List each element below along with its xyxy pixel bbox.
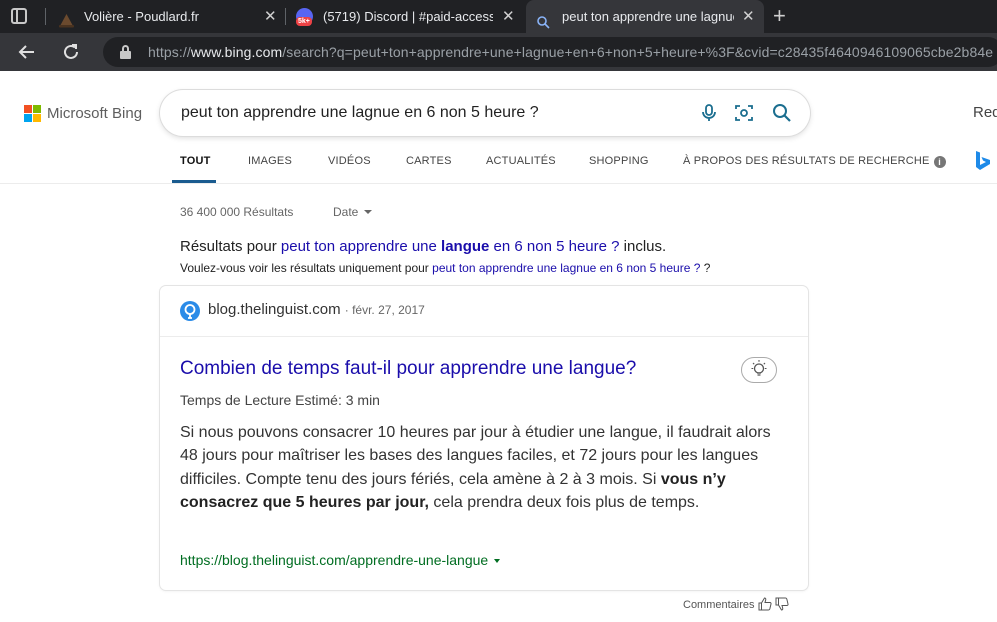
tab-images[interactable]: IMAGES [248, 155, 292, 167]
original-query-link[interactable]: peut ton apprendre une lagnue en 6 non 5… [432, 261, 700, 275]
microsoft-logo-icon [24, 105, 41, 122]
hat-favicon-icon [58, 8, 75, 28]
search-scopes-nav: TOUT IMAGES VIDÉOS CARTES ACTUALITÉS SHO… [0, 147, 997, 184]
about-results-label: À PROPOS DES RÉSULTATS DE RECHERCHE [683, 155, 930, 167]
tab-news[interactable]: ACTUALITÉS [486, 155, 556, 167]
date-filter-label: Date [333, 205, 359, 219]
visual-search-icon[interactable] [734, 103, 754, 123]
corrected-query-link[interactable]: peut ton apprendre une langue en 6 non 5… [281, 238, 620, 255]
spell-suffix: inclus. [623, 238, 667, 255]
result-card: blog.thelinguist.com · févr. 27, 2017 Co… [160, 286, 808, 590]
read-time: Temps de Lecture Estimé: 3 min [180, 392, 380, 408]
tab-videos[interactable]: VIDÉOS [328, 155, 371, 167]
result-title-link[interactable]: Combien de temps faut-il pour apprendre … [180, 358, 636, 380]
browser-toolbar: https://www.bing.com/search?q=peut+ton+a… [0, 33, 997, 71]
search-input[interactable]: peut ton apprendre une lagnue en 6 non 5… [181, 90, 539, 136]
tab-bing-active[interactable]: peut ton apprendre une lagnue e ✕ [526, 0, 764, 33]
tab-title: peut ton apprendre une lagnue e [562, 9, 734, 24]
date-filter-dropdown[interactable]: Date [333, 205, 373, 219]
result-count: 36 400 000 Résultats [180, 205, 294, 219]
site-link[interactable]: blog.thelinguist.com · févr. 27, 2017 [208, 301, 425, 318]
notification-badge: 5k+ [296, 17, 312, 26]
spell-correction: Résultats pour peut ton apprendre une la… [180, 238, 666, 255]
result-snippet: Si nous pouvons consacrer 10 heures par … [180, 424, 771, 511]
reload-icon[interactable] [60, 41, 82, 63]
rewards-link[interactable]: Red [973, 104, 997, 121]
tab-voliere[interactable]: Volière - Poudlard.fr ✕ [48, 0, 284, 33]
chevron-down-icon [364, 210, 373, 214]
tab-actions-icon[interactable] [11, 8, 27, 24]
microphone-icon[interactable] [699, 103, 719, 123]
chevron-down-icon[interactable] [494, 559, 501, 563]
browser-tab-bar: Volière - Poudlard.fr ✕ 5k+ (5719) Disco… [0, 0, 997, 33]
thumbs-up-icon[interactable] [758, 597, 772, 611]
back-icon[interactable] [16, 41, 38, 63]
close-tab-icon[interactable]: ✕ [742, 0, 755, 33]
publish-date: · févr. 27, 2017 [344, 303, 425, 317]
search-favicon-icon [536, 9, 551, 29]
lock-icon[interactable] [120, 45, 131, 59]
close-tab-icon[interactable]: ✕ [264, 0, 277, 33]
alt-suffix: ? [703, 261, 711, 275]
original-query-suggestion: Voulez-vous voir les résultats uniquemen… [180, 261, 710, 275]
result-url[interactable]: https://blog.thelinguist.com/apprendre-u… [180, 552, 501, 568]
about-results-link[interactable]: À PROPOS DES RÉSULTATS DE RECHERCHE i [683, 155, 946, 168]
thumbs-down-icon[interactable] [775, 597, 789, 611]
info-icon[interactable]: i [933, 156, 946, 168]
logo-text: Microsoft Bing [47, 105, 143, 122]
site-favicon-icon [180, 301, 200, 321]
bing-chat-icon[interactable] [973, 150, 993, 172]
tab-all[interactable]: TOUT [180, 155, 211, 167]
active-tab-underline [172, 180, 216, 183]
tab-shopping[interactable]: SHOPPING [589, 155, 649, 167]
tab-discord[interactable]: 5k+ (5719) Discord | #paid-access-ch ✕ [287, 0, 524, 33]
lightbulb-icon[interactable] [741, 357, 777, 383]
tab-title: (5719) Discord | #paid-access-ch [323, 9, 493, 24]
feedback-bar: Commentaires [683, 597, 789, 611]
search-box[interactable]: peut ton apprendre une lagnue en 6 non 5… [160, 90, 810, 136]
new-tab-button[interactable]: + [773, 2, 786, 30]
close-tab-icon[interactable]: ✕ [502, 0, 515, 33]
result-source: blog.thelinguist.com · févr. 27, 2017 [160, 286, 808, 337]
tab-separator [45, 8, 46, 25]
spell-prefix: Résultats pour [180, 238, 277, 255]
alt-prefix: Voulez-vous voir les résultats uniquemen… [180, 261, 429, 275]
address-bar[interactable]: https://www.bing.com/search?q=peut+ton+a… [103, 37, 997, 67]
tab-separator [285, 8, 286, 25]
feedback-label: Commentaires [683, 599, 755, 611]
tab-maps[interactable]: CARTES [406, 155, 452, 167]
search-icon[interactable] [772, 103, 792, 123]
url-text[interactable]: https://www.bing.com/search?q=peut+ton+a… [148, 37, 993, 67]
tab-title: Volière - Poudlard.fr [84, 9, 199, 24]
